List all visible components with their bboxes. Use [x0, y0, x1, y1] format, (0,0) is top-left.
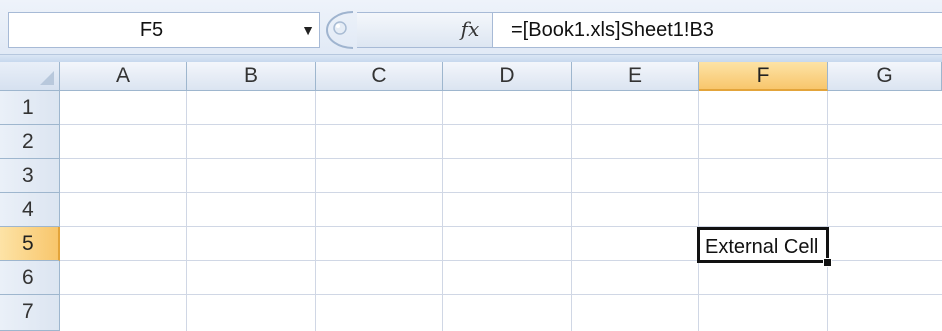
select-all-icon[interactable] [40, 71, 54, 85]
fill-handle[interactable] [823, 258, 832, 267]
column-header-c[interactable]: C [316, 62, 443, 91]
insert-function-icon[interactable]: fx [455, 14, 485, 44]
column-header-e[interactable]: E [572, 62, 699, 91]
formula-bar-splitter-icon[interactable] [323, 10, 357, 50]
column-header-d[interactable]: D [443, 62, 572, 91]
row-header-6[interactable]: 6 [0, 261, 60, 295]
gridline [186, 91, 187, 331]
gridline [698, 91, 699, 331]
column-header-g[interactable]: G [828, 62, 942, 91]
row-header-3[interactable]: 3 [0, 159, 60, 193]
active-cell-f5[interactable] [697, 227, 829, 263]
row-header-5[interactable]: 5 [0, 227, 60, 261]
chevron-down-icon[interactable]: ▼ [298, 19, 318, 41]
name-box-value[interactable]: F5 [9, 13, 294, 47]
worksheet-grid[interactable]: A B C D E F G 1 2 3 4 5 6 7 External Cel… [0, 62, 942, 331]
gridline [827, 91, 828, 331]
gridline [60, 158, 942, 159]
gridline [442, 91, 443, 331]
column-header-a[interactable]: A [60, 62, 187, 91]
column-header-b[interactable]: B [187, 62, 316, 91]
gridline [315, 91, 316, 331]
column-header-f[interactable]: F [699, 62, 828, 91]
row-header-2[interactable]: 2 [0, 125, 60, 159]
row-header-4[interactable]: 4 [0, 193, 60, 227]
formula-bar: F5 ▼ fx =[Book1.xls]Sheet1!B3 [0, 0, 942, 62]
formula-input[interactable]: =[Book1.xls]Sheet1!B3 [492, 12, 942, 48]
gridline [60, 124, 942, 125]
gridline [571, 91, 572, 331]
gridline [60, 192, 942, 193]
gridline [60, 294, 942, 295]
select-all-button[interactable] [0, 62, 60, 91]
row-header-7[interactable]: 7 [0, 295, 60, 331]
row-header-1[interactable]: 1 [0, 91, 60, 125]
formula-bar-divider [0, 54, 942, 62]
name-box[interactable]: F5 ▼ [8, 12, 320, 48]
